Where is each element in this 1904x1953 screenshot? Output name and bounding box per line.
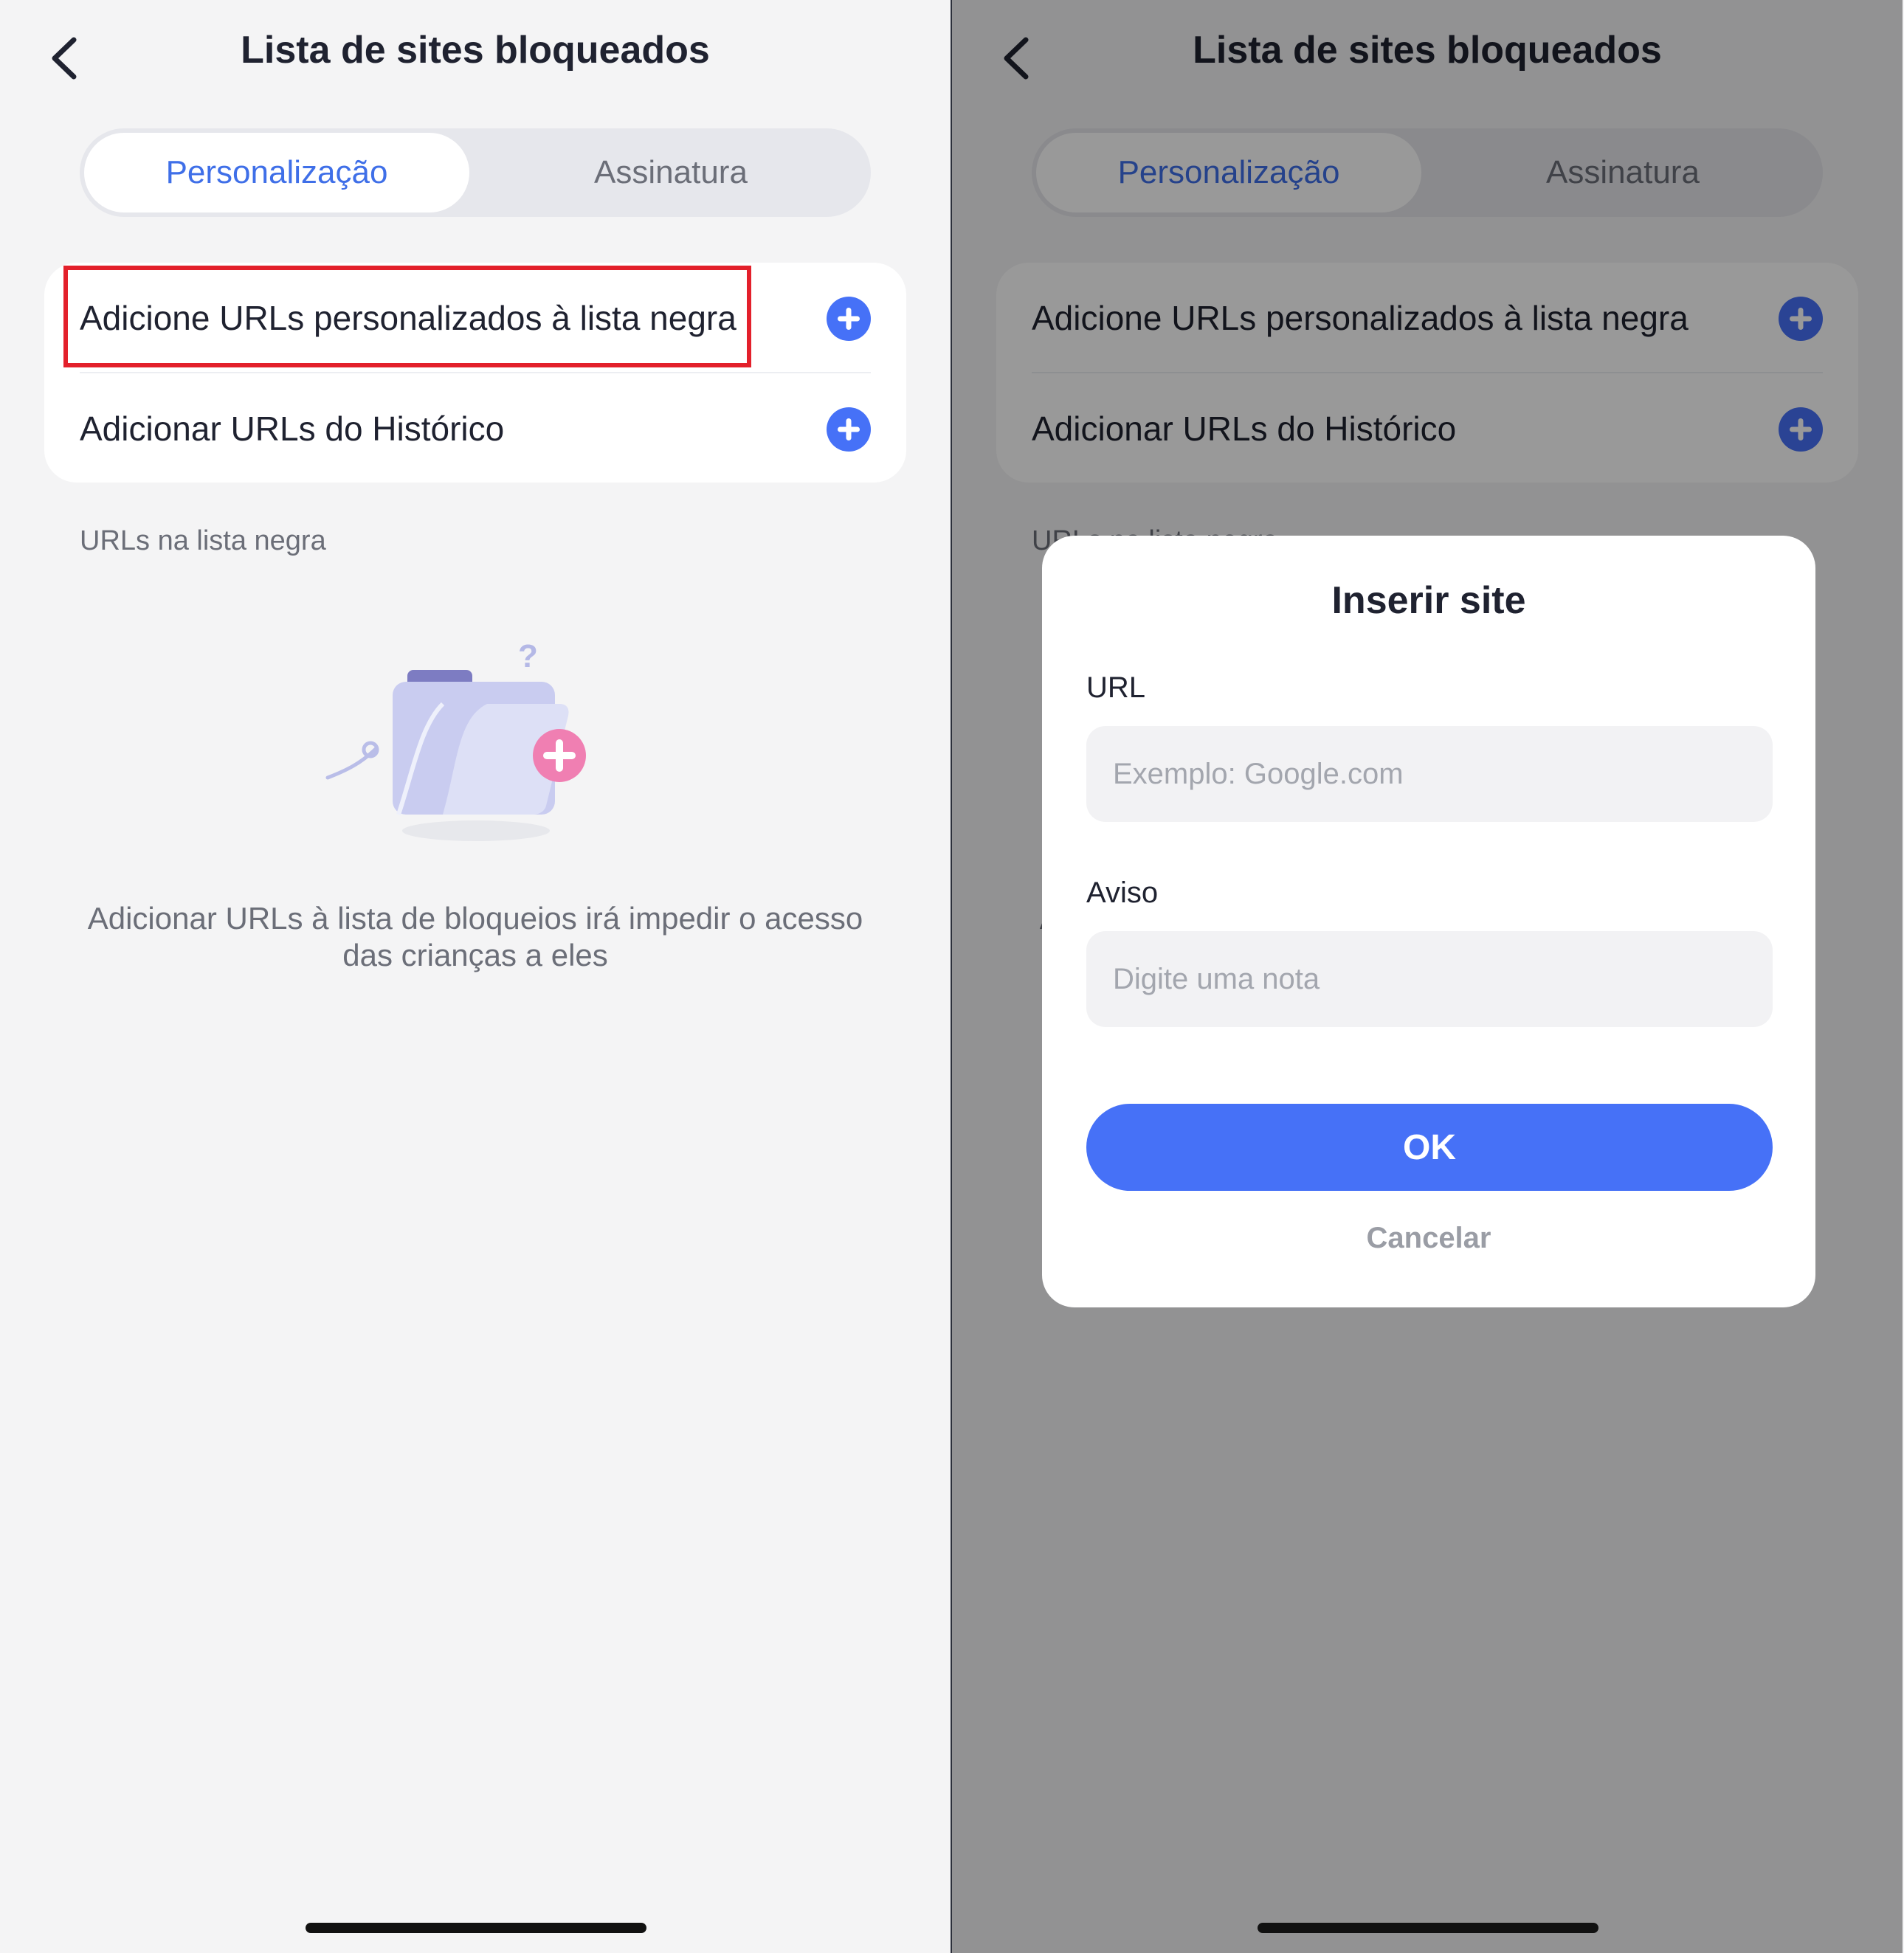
svg-text:?: ? xyxy=(518,638,538,674)
empty-state-text: Adicionar URLs à lista de bloqueios irá … xyxy=(87,901,863,972)
tab-assinatura[interactable]: Assinatura xyxy=(475,133,866,212)
cancel-button[interactable]: Cancelar xyxy=(1042,1222,1815,1255)
home-indicator xyxy=(1258,1923,1598,1933)
highlight-box xyxy=(63,266,751,367)
url-label: URL xyxy=(1086,671,1146,704)
add-history-urls-row[interactable]: Adicionar URLs do Histórico xyxy=(80,373,871,483)
insert-site-dialog: Inserir site URL Aviso OK Cancelar xyxy=(1042,536,1815,1307)
screen-right: Lista de sites bloqueados Personalização… xyxy=(952,0,1903,1953)
folder-add-illustration: ? xyxy=(325,638,586,841)
page-title: Lista de sites bloqueados xyxy=(241,29,710,72)
tab-bar: Personalização Assinatura xyxy=(80,128,871,217)
section-label: URLs na lista negra xyxy=(80,525,326,556)
ok-button[interactable]: OK xyxy=(1086,1104,1773,1191)
url-input[interactable] xyxy=(1086,726,1773,822)
note-input[interactable] xyxy=(1086,931,1773,1027)
dialog-title: Inserir site xyxy=(1331,579,1526,622)
note-label: Aviso xyxy=(1086,877,1159,909)
header: Lista de sites bloqueados xyxy=(0,0,951,118)
add-history-urls-label: Adicionar URLs do Histórico xyxy=(80,409,505,448)
tab-personalizacao[interactable]: Personalização xyxy=(84,133,469,212)
plus-circle-icon[interactable] xyxy=(827,297,871,341)
plus-circle-icon[interactable] xyxy=(827,407,871,452)
home-indicator xyxy=(306,1923,646,1933)
screen-left: Lista de sites bloqueados Personalização… xyxy=(0,0,951,1953)
